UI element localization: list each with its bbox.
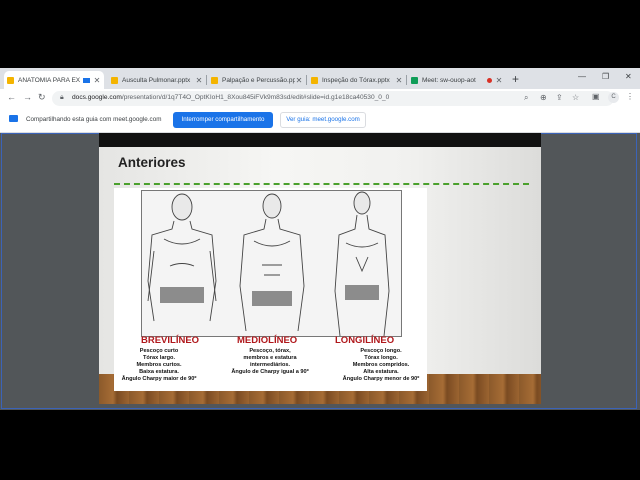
tab-inspecao[interactable]: Inspeção do Tórax.pptx ✕ (308, 71, 406, 89)
dashed-divider (114, 183, 529, 185)
type-desc-longilineo: Pescoço longo. Tórax longo. Membros comp… (342, 348, 420, 382)
slide-editor-area: Anteriores BREVILÍNEO MEDIOLÍNEO LONGILÍ… (0, 133, 640, 410)
type-desc-mediolineo: Pescoço, tórax, membros e estatura inter… (231, 348, 309, 375)
sharing-indicator-icon (83, 77, 90, 83)
slide-top-bar (99, 133, 541, 147)
type-label-longilineo: LONGILÍNEO (335, 335, 395, 346)
close-window-icon[interactable]: ✕ (625, 72, 632, 81)
type-label-brevilineo: BREVILÍNEO (141, 335, 200, 346)
slide-canvas[interactable]: Anteriores BREVILÍNEO MEDIOLÍNEO LONGILÍ… (99, 147, 541, 404)
close-icon[interactable]: ✕ (93, 76, 101, 85)
tab-title: Meet: sw-ouop-aot (422, 76, 476, 84)
close-icon[interactable]: ✕ (295, 76, 303, 85)
reload-icon[interactable]: ↻ (38, 92, 46, 103)
tab-meet[interactable]: Meet: sw-ouop-aot ✕ (408, 71, 506, 89)
sidepanel-icon[interactable]: ▣ (592, 92, 600, 101)
lock-icon: 🔒︎ (60, 94, 64, 101)
slides-icon (311, 76, 318, 84)
slides-icon (211, 76, 218, 84)
body-types-figure[interactable]: BREVILÍNEO MEDIOLÍNEO LONGILÍNEO Pescoço… (114, 188, 427, 391)
tab-title: Palpação e Percussão.pptx (222, 76, 295, 84)
meet-icon (411, 76, 418, 84)
tab-palpacao[interactable]: Palpação e Percussão.pptx ✕ (208, 71, 306, 89)
close-icon[interactable]: ✕ (495, 76, 503, 85)
tab-title: Inspeção do Tórax.pptx (322, 76, 390, 84)
stop-sharing-button[interactable]: Interromper compartilhamento (173, 112, 273, 128)
recording-icon (487, 77, 492, 83)
back-icon[interactable]: ← (7, 92, 16, 102)
restore-icon[interactable]: ❐ (602, 72, 609, 81)
type-label-mediolineo: MEDIOLÍNEO (237, 335, 298, 346)
url-text[interactable]: docs.google.com/presentation/d/1q7T4O_Op… (72, 94, 389, 101)
screen-share-icon (9, 115, 18, 122)
tab-title: ANATOMIA PARA EX (18, 76, 81, 84)
torso-drawings (147, 191, 390, 337)
url-host: docs.google.com (72, 94, 122, 101)
url-path: /presentation/d/1q7T4O_OptKIoH1_8Xou845i… (121, 94, 390, 101)
close-icon[interactable]: ✕ (395, 76, 403, 85)
body-illustration (141, 190, 402, 337)
sharing-bar: Compartilhando esta guia com meet.google… (0, 108, 640, 133)
close-icon[interactable]: ✕ (195, 76, 203, 85)
type-desc-brevilineo: Pescoço curto Tórax largo. Membros curto… (121, 348, 197, 382)
address-toolbar: ← → ↻ 🔒︎ docs.google.com/presentation/d/… (0, 89, 640, 108)
view-tab-button[interactable]: Ver guia: meet.google.com (280, 112, 366, 128)
slides-icon (111, 76, 118, 84)
tab-strip: ANATOMIA PARA EX ✕ Ausculta Pulmonar.ppt… (0, 68, 640, 89)
tab-title: Ausculta Pulmonar.pptx (122, 76, 191, 84)
install-icon[interactable]: ⊕ (540, 93, 547, 102)
forward-icon[interactable]: → (23, 92, 32, 102)
profile-avatar[interactable]: C (608, 92, 619, 103)
share-icon[interactable]: ⇪ (556, 93, 563, 102)
address-bar[interactable]: 🔒︎ docs.google.com/presentation/d/1q7T4O… (52, 91, 614, 106)
new-tab-button[interactable]: + (512, 72, 519, 86)
tab-ausculta[interactable]: Ausculta Pulmonar.pptx ✕ (108, 71, 206, 89)
bookmark-star-icon[interactable]: ☆ (572, 93, 579, 102)
browser-window: ANATOMIA PARA EX ✕ Ausculta Pulmonar.ppt… (0, 68, 640, 410)
minimize-icon[interactable]: — (578, 72, 586, 81)
sharing-message: Compartilhando esta guia com meet.google… (26, 116, 162, 123)
tab-anatomia[interactable]: ANATOMIA PARA EX ✕ (4, 71, 104, 89)
slides-icon (7, 76, 14, 84)
menu-icon[interactable]: ⋮ (626, 92, 634, 101)
slide-title[interactable]: Anteriores (118, 155, 186, 170)
zoom-icon[interactable]: ⌕ (524, 93, 528, 103)
